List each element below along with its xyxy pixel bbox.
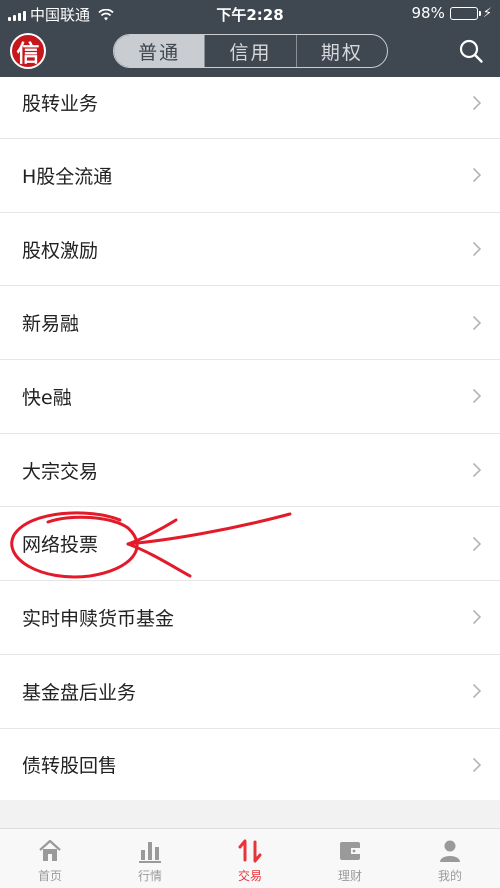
tab-options[interactable]: 期权 bbox=[295, 35, 387, 67]
chevron-right-icon bbox=[472, 95, 482, 110]
tab-market[interactable]: 行情 bbox=[100, 829, 200, 888]
tab-profile-label: 我的 bbox=[437, 869, 462, 883]
bottom-tab-bar: 首页 行情 交易 理财 我的 bbox=[0, 828, 500, 888]
trade-icon bbox=[238, 839, 262, 863]
tab-trade-label: 交易 bbox=[237, 869, 262, 883]
menu-item-label: 新易融 bbox=[22, 313, 80, 336]
menu-item-label: 债转股回售 bbox=[22, 755, 118, 778]
menu-item-h-share-circulation[interactable]: H股全流通 bbox=[0, 139, 500, 213]
tab-profile[interactable]: 我的 bbox=[400, 829, 500, 888]
tab-home-label: 首页 bbox=[37, 869, 62, 883]
chevron-right-icon bbox=[472, 757, 482, 772]
menu-item-xinyirong[interactable]: 新易融 bbox=[0, 286, 500, 361]
service-menu-list: 股转业务 H股全流通 股权激励 新易融 快e融 大宗交易 网络投票 实时申赎货币… bbox=[0, 67, 500, 803]
chevron-right-icon bbox=[472, 168, 482, 183]
chevron-right-icon bbox=[472, 684, 482, 699]
tab-normal[interactable]: 普通 bbox=[114, 35, 205, 67]
menu-item-label: 网络投票 bbox=[22, 534, 99, 557]
app-logo: 信 bbox=[10, 33, 46, 69]
tab-wealth[interactable]: 理财 bbox=[300, 829, 400, 888]
menu-item-money-fund-redemption[interactable]: 实时申赎货币基金 bbox=[0, 581, 500, 655]
menu-item-label: 快e融 bbox=[22, 386, 72, 409]
battery-percent: 98% bbox=[411, 4, 445, 22]
menu-item-label: 大宗交易 bbox=[22, 460, 99, 483]
menu-item-block-trading[interactable]: 大宗交易 bbox=[0, 434, 500, 508]
menu-item-fund-after-hours[interactable]: 基金盘后业务 bbox=[0, 655, 500, 729]
menu-item-online-voting[interactable]: 网络投票 bbox=[0, 507, 500, 582]
home-icon bbox=[39, 839, 61, 861]
tab-market-label: 行情 bbox=[137, 869, 162, 883]
chevron-right-icon bbox=[472, 389, 482, 404]
chevron-right-icon bbox=[472, 463, 482, 478]
menu-item-convertible-putback[interactable]: 债转股回售 bbox=[0, 729, 500, 803]
account-type-segmented-control: 普通 信用 期权 bbox=[113, 34, 388, 68]
battery-icon bbox=[449, 6, 481, 20]
chevron-right-icon bbox=[472, 610, 482, 625]
menu-item-equity-incentive[interactable]: 股权激励 bbox=[0, 213, 500, 287]
charging-icon: ⚡ bbox=[482, 5, 492, 21]
profile-icon bbox=[440, 840, 460, 862]
chart-icon bbox=[139, 842, 161, 863]
menu-item-label: 基金盘后业务 bbox=[22, 681, 137, 704]
top-header: 中国联通 下午2:28 98% ⚡ 信 普通 信用 期权 bbox=[0, 0, 500, 77]
menu-item-label: 股权激励 bbox=[22, 239, 99, 262]
chevron-right-icon bbox=[472, 536, 482, 551]
menu-item-label: H股全流通 bbox=[22, 165, 113, 188]
search-icon[interactable] bbox=[458, 38, 484, 64]
menu-item-label: 实时申赎货币基金 bbox=[22, 607, 175, 630]
list-footer-spacer bbox=[0, 800, 500, 828]
tab-credit[interactable]: 信用 bbox=[204, 35, 295, 67]
tab-home[interactable]: 首页 bbox=[0, 829, 100, 888]
chevron-right-icon bbox=[472, 241, 482, 257]
menu-item-neeq-business[interactable]: 股转业务 bbox=[0, 67, 500, 139]
menu-item-label: 股转业务 bbox=[22, 93, 99, 115]
status-bar: 中国联通 下午2:28 98% ⚡ bbox=[0, 0, 500, 26]
tab-trade[interactable]: 交易 bbox=[200, 829, 300, 888]
menu-item-kuai-e-rong[interactable]: 快e融 bbox=[0, 360, 500, 434]
chevron-right-icon bbox=[472, 315, 482, 330]
tab-wealth-label: 理财 bbox=[337, 869, 362, 883]
wallet-icon bbox=[340, 842, 360, 860]
